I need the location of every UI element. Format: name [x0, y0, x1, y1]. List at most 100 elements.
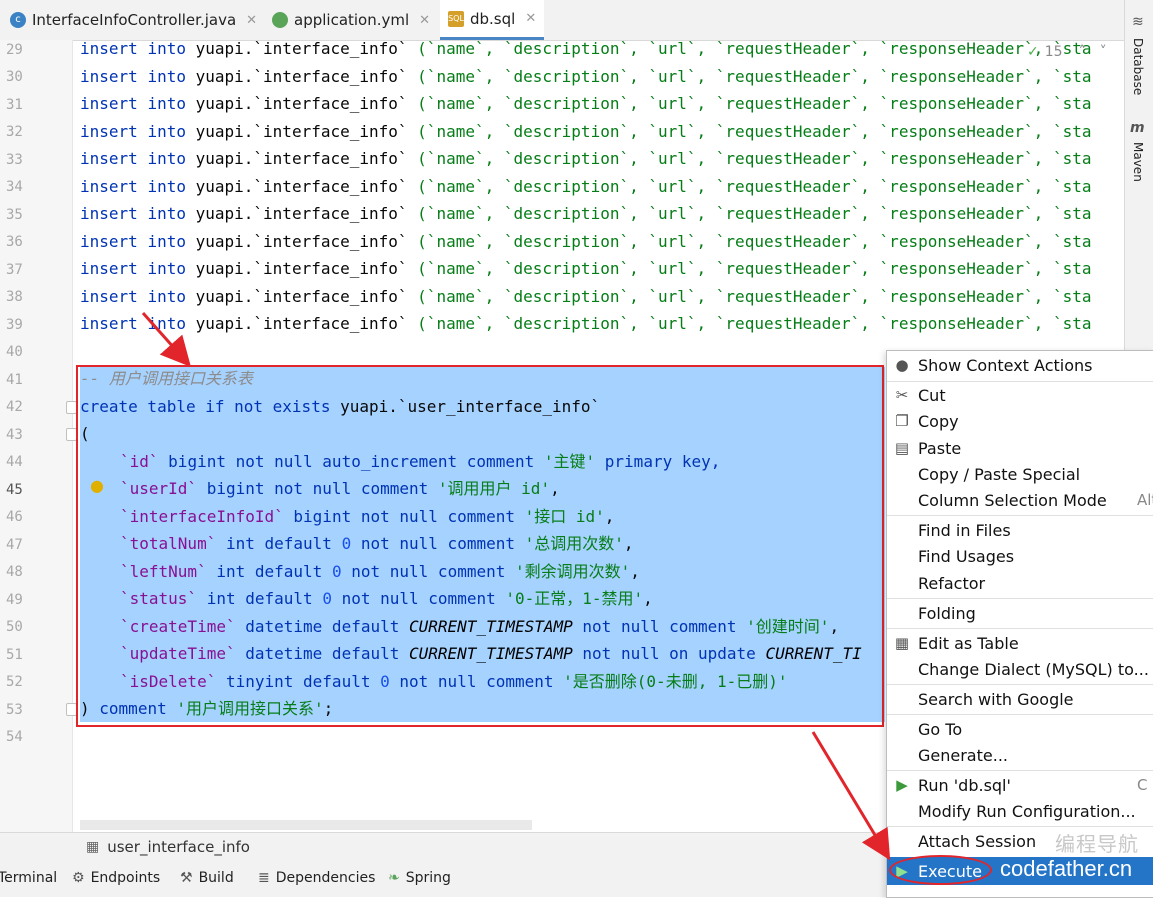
run-icon: ▶ — [896, 776, 908, 794]
menu-item-show-context-actions[interactable]: ● Show Context Actions — [887, 352, 1153, 378]
line-number: 34 — [6, 179, 23, 195]
maven-icon[interactable]: m — [1130, 120, 1145, 136]
tab-label: application.yml — [294, 11, 410, 29]
menu-separator — [887, 684, 1153, 685]
code-line: insert into yuapi.`interface_info` (`nam… — [80, 122, 1092, 141]
endpoints-icon: ⚙ — [72, 870, 85, 886]
maven-tool-tab[interactable]: Maven — [1131, 142, 1145, 182]
java-class-icon: c — [10, 12, 26, 28]
database-icon[interactable]: ≋ — [1132, 14, 1144, 30]
database-tool-tab[interactable]: Database — [1131, 38, 1145, 95]
spring-label: Spring — [405, 870, 451, 886]
copy-icon: ❐ — [895, 412, 909, 430]
hammer-icon: ⚒ — [180, 870, 193, 886]
chevron-down-icon[interactable]: ˅ — [1100, 44, 1107, 60]
endpoints-tool-button[interactable]: ⚙ Endpoints — [72, 870, 160, 886]
check-icon: ✓ — [1027, 44, 1039, 60]
line-number: 42 — [6, 399, 23, 415]
line-number: 29 — [6, 42, 23, 58]
tab-application-yml[interactable]: application.yml ✕ — [272, 0, 430, 40]
line-number: 48 — [6, 564, 23, 580]
line-number: 33 — [6, 152, 23, 168]
menu-separator — [887, 515, 1153, 516]
close-icon[interactable]: ✕ — [246, 13, 257, 28]
menu-item-run-db-sql[interactable]: ▶ Run 'db.sql' C — [887, 772, 1153, 798]
line-number: 45 — [6, 482, 23, 498]
menu-item-go-to[interactable]: Go To — [887, 716, 1153, 742]
paste-icon: ▤ — [894, 439, 910, 457]
menu-item-generate[interactable]: Generate... — [887, 742, 1153, 768]
breadcrumb[interactable]: ▦ user_interface_info — [86, 838, 250, 856]
watermark-site: codefather.cn — [1000, 856, 1133, 881]
menu-item-copy[interactable]: ❐ Copy — [887, 408, 1153, 434]
line-number: 31 — [6, 97, 23, 113]
tab-db-sql[interactable]: SQL db.sql ✕ — [440, 0, 545, 40]
spring-config-icon — [272, 12, 288, 28]
code-line: insert into yuapi.`interface_info` (`nam… — [80, 67, 1092, 86]
editor-tab-bar: c InterfaceInfoController.java ✕ applica… — [0, 0, 1125, 41]
line-number: 39 — [6, 317, 23, 333]
tab-interfaceinfocontroller[interactable]: c InterfaceInfoController.java ✕ — [10, 0, 257, 40]
line-number: 40 — [6, 344, 23, 360]
menu-item-column-selection-mode[interactable]: Column Selection Mode Alt — [887, 487, 1153, 513]
code-line: insert into yuapi.`interface_info` (`nam… — [80, 177, 1092, 196]
inspection-count: 15 — [1044, 44, 1063, 60]
line-number-gutter: 29 30 31 32 33 34 35 36 37 38 39 40 41 4… — [0, 40, 77, 832]
build-tool-button[interactable]: ⚒ Build — [180, 870, 234, 886]
code-line: insert into yuapi.`interface_info` (`nam… — [80, 314, 1092, 333]
menu-item-change-dialect[interactable]: Change Dialect (MySQL) to... — [887, 656, 1153, 682]
menu-item-refactor[interactable]: Refactor — [887, 570, 1153, 596]
close-icon[interactable]: ✕ — [525, 11, 536, 26]
menu-separator — [887, 826, 1153, 827]
menu-separator — [887, 770, 1153, 771]
menu-item-find-usages[interactable]: Find Usages — [887, 543, 1153, 569]
line-number: 35 — [6, 207, 23, 223]
menu-item-modify-run-configuration[interactable]: Modify Run Configuration... — [887, 798, 1153, 824]
annotation-red-box — [76, 365, 884, 727]
line-number: 54 — [6, 729, 23, 745]
sql-file-icon: SQL — [448, 10, 464, 27]
close-icon[interactable]: ✕ — [419, 13, 430, 28]
line-number: 41 — [6, 372, 23, 388]
menu-item-search-with-google[interactable]: Search with Google — [887, 686, 1153, 712]
menu-separator — [887, 714, 1153, 715]
inspection-widget[interactable]: ✓ 15 ˄ ˅ — [1027, 44, 1107, 60]
menu-separator — [887, 628, 1153, 629]
lightbulb-icon: ● — [895, 356, 909, 374]
line-number: 37 — [6, 262, 23, 278]
code-line: insert into yuapi.`interface_info` (`nam… — [80, 40, 1092, 58]
watermark-cn: 编程导航 — [1055, 832, 1139, 856]
terminal-label: Terminal — [0, 870, 58, 886]
line-number: 49 — [6, 592, 23, 608]
menu-item-cut[interactable]: ✂ Cut — [887, 382, 1153, 408]
dependencies-tool-button[interactable]: ≣ Dependencies — [258, 870, 375, 886]
endpoints-label: Endpoints — [90, 870, 161, 886]
terminal-tool-button[interactable]: Terminal — [0, 870, 57, 886]
code-line: insert into yuapi.`interface_info` (`nam… — [80, 232, 1092, 251]
annotation-red-ellipse — [889, 855, 992, 885]
spring-tool-button[interactable]: ❧ Spring — [388, 870, 451, 886]
menu-item-find-in-files[interactable]: Find in Files — [887, 517, 1153, 543]
line-number: 50 — [6, 619, 23, 635]
line-number: 53 — [6, 702, 23, 718]
tab-label: InterfaceInfoController.java — [32, 11, 237, 29]
horizontal-scrollbar[interactable] — [80, 820, 532, 830]
code-line: insert into yuapi.`interface_info` (`nam… — [80, 149, 1092, 168]
tab-label: db.sql — [470, 9, 516, 28]
chevron-up-icon[interactable]: ˄ — [1079, 44, 1086, 60]
spring-icon: ❧ — [388, 870, 400, 886]
line-number: 30 — [6, 69, 23, 85]
table-icon: ▦ — [86, 839, 100, 855]
menu-item-folding[interactable]: Folding — [887, 600, 1153, 626]
menu-item-copy-paste-special[interactable]: Copy / Paste Special — [887, 461, 1153, 487]
menu-item-edit-as-table[interactable]: ▦ Edit as Table — [887, 630, 1153, 656]
code-line: insert into yuapi.`interface_info` (`nam… — [80, 204, 1092, 223]
line-number: 38 — [6, 289, 23, 305]
layers-icon: ≣ — [258, 870, 270, 886]
scissors-icon: ✂ — [895, 386, 909, 404]
line-number: 36 — [6, 234, 23, 250]
menu-item-paste[interactable]: ▤ Paste — [887, 435, 1153, 461]
line-number: 47 — [6, 537, 23, 553]
dependencies-label: Dependencies — [275, 870, 376, 886]
line-number: 51 — [6, 647, 23, 663]
